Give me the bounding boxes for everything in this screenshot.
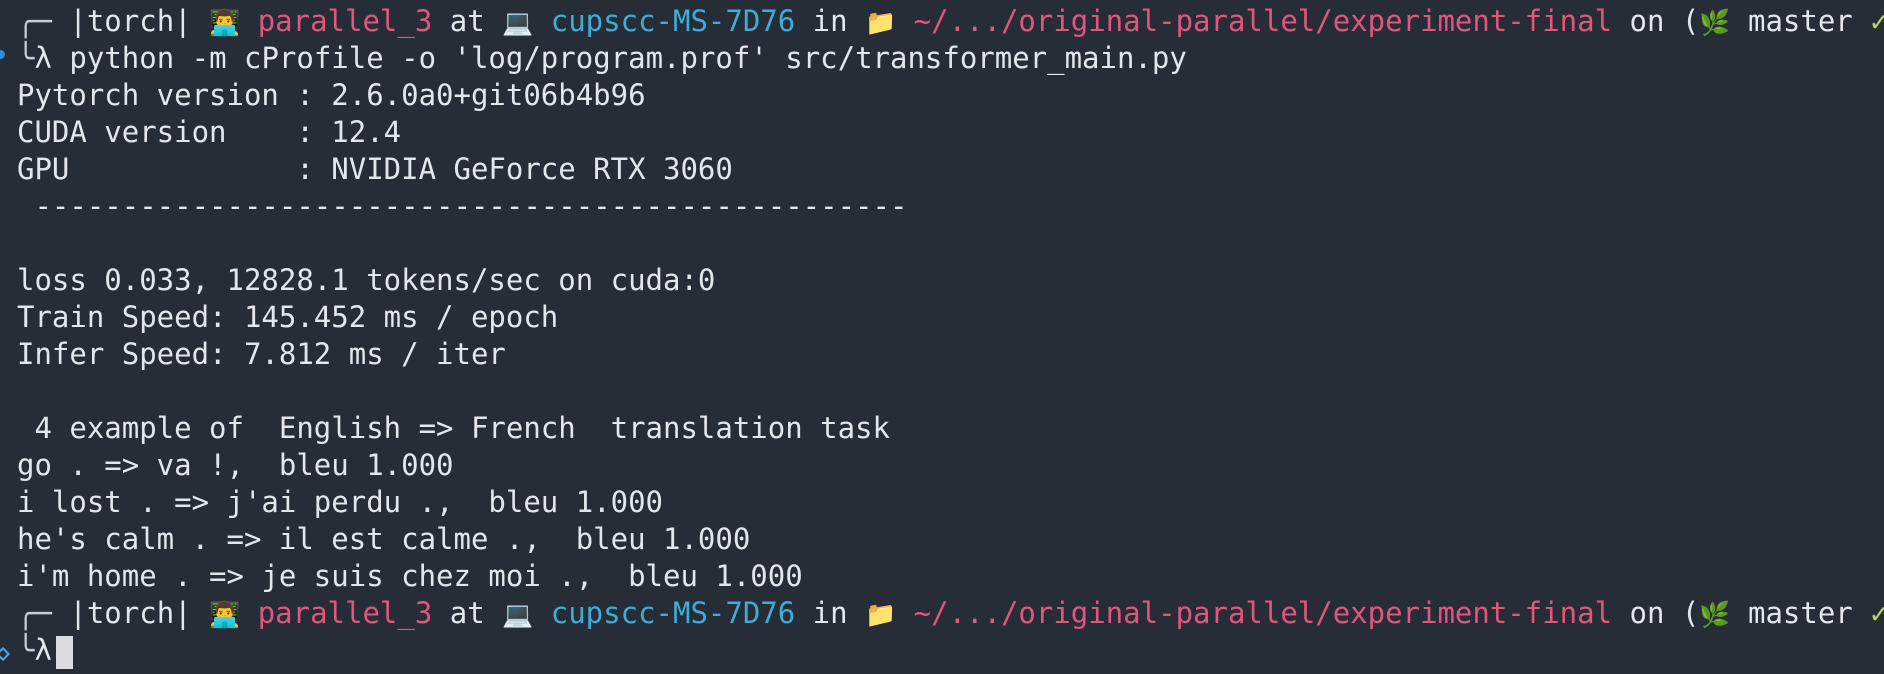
text-cursor[interactable] bbox=[55, 635, 73, 669]
output-line: i lost . => j'ai perdu ., bleu 1.000 bbox=[17, 485, 664, 519]
command-line: ╰λ python -m cProfile -o 'log/program.pr… bbox=[17, 40, 1187, 77]
prompt-user: parallel_3 bbox=[257, 596, 433, 630]
prompt-lambda: λ bbox=[34, 41, 52, 75]
prompt-path: ~/.../original-parallel/experiment-final bbox=[913, 596, 1613, 630]
prompt-path: ~/.../original-parallel/experiment-final bbox=[913, 4, 1613, 38]
prompt-on: on bbox=[1629, 596, 1665, 630]
prompt-user: parallel_3 bbox=[257, 4, 433, 38]
prompt-at: at bbox=[449, 596, 485, 630]
input-line[interactable]: ╰λ bbox=[17, 632, 73, 669]
output-line: CUDA version : 12.4 bbox=[17, 115, 402, 149]
prompt-in: in bbox=[812, 596, 848, 630]
command-text: python -m cProfile -o 'log/program.prof'… bbox=[69, 41, 1187, 75]
prompt-header: ╭─ |torch| 👨‍💻 parallel_3 at 💻 cupscc-MS… bbox=[17, 595, 1884, 632]
user-emoji-icon: 👨‍💻 bbox=[209, 600, 241, 629]
prompt-host: cupscc-MS-7D76 bbox=[550, 4, 796, 38]
output-line: Pytorch version : 2.6.0a0+git06b4b96 bbox=[17, 78, 646, 112]
prompt-header: ╭─ |torch| 👨‍💻 parallel_3 at 💻 cupscc-MS… bbox=[17, 3, 1884, 40]
output-line: loss 0.033, 12828.1 tokens/sec on cuda:0 bbox=[17, 263, 716, 297]
prompt-corner-bottom: ╰ bbox=[17, 41, 35, 75]
output-line: i'm home . => je suis chez moi ., bleu 1… bbox=[17, 559, 803, 593]
output-line: go . => va !, bleu 1.000 bbox=[17, 448, 454, 482]
output-line: 4 example of English => French translati… bbox=[17, 411, 890, 445]
output-separator: ----------------------------------------… bbox=[17, 189, 908, 223]
folder-icon: 📁 bbox=[865, 600, 897, 629]
prompt-on: on bbox=[1629, 4, 1665, 38]
user-emoji-icon: 👨‍💻 bbox=[209, 8, 241, 37]
laptop-icon: 💻 bbox=[502, 600, 534, 629]
clean-check-icon: ✓) bbox=[1870, 4, 1884, 38]
branch-icon: 🌿 bbox=[1699, 8, 1731, 37]
prompt-branch: master bbox=[1748, 596, 1853, 630]
output-line: GPU : NVIDIA GeForce RTX 3060 bbox=[17, 152, 733, 186]
prompt-marker-icon bbox=[0, 50, 5, 59]
branch-icon: 🌿 bbox=[1699, 600, 1731, 629]
prompt-corner-bottom: ╰ bbox=[17, 633, 35, 667]
terminal-window[interactable]: ╭─ |torch| 👨‍💻 parallel_3 at 💻 cupscc-MS… bbox=[0, 0, 1884, 674]
prompt-env: |torch| bbox=[69, 4, 192, 38]
prompt-in: in bbox=[812, 4, 848, 38]
prompt-marker-diamond-icon bbox=[0, 646, 11, 662]
prompt-branch: master bbox=[1748, 4, 1853, 38]
branch-open: ( bbox=[1681, 4, 1700, 38]
output-line: he's calm . => il est calme ., bleu 1.00… bbox=[17, 522, 751, 556]
prompt-host: cupscc-MS-7D76 bbox=[550, 596, 796, 630]
output-line: Infer Speed: 7.812 ms / iter bbox=[17, 337, 506, 371]
prompt-env: |torch| bbox=[69, 596, 192, 630]
prompt-corner-top: ╭─ bbox=[17, 4, 52, 38]
laptop-icon: 💻 bbox=[502, 8, 534, 37]
folder-icon: 📁 bbox=[865, 8, 897, 37]
prompt-lambda: λ bbox=[34, 633, 52, 667]
clean-check-icon: ✓) bbox=[1870, 596, 1884, 630]
output-line: Train Speed: 145.452 ms / epoch bbox=[17, 300, 559, 334]
prompt-at: at bbox=[449, 4, 485, 38]
branch-open: ( bbox=[1681, 596, 1700, 630]
prompt-corner-top: ╭─ bbox=[17, 596, 52, 630]
